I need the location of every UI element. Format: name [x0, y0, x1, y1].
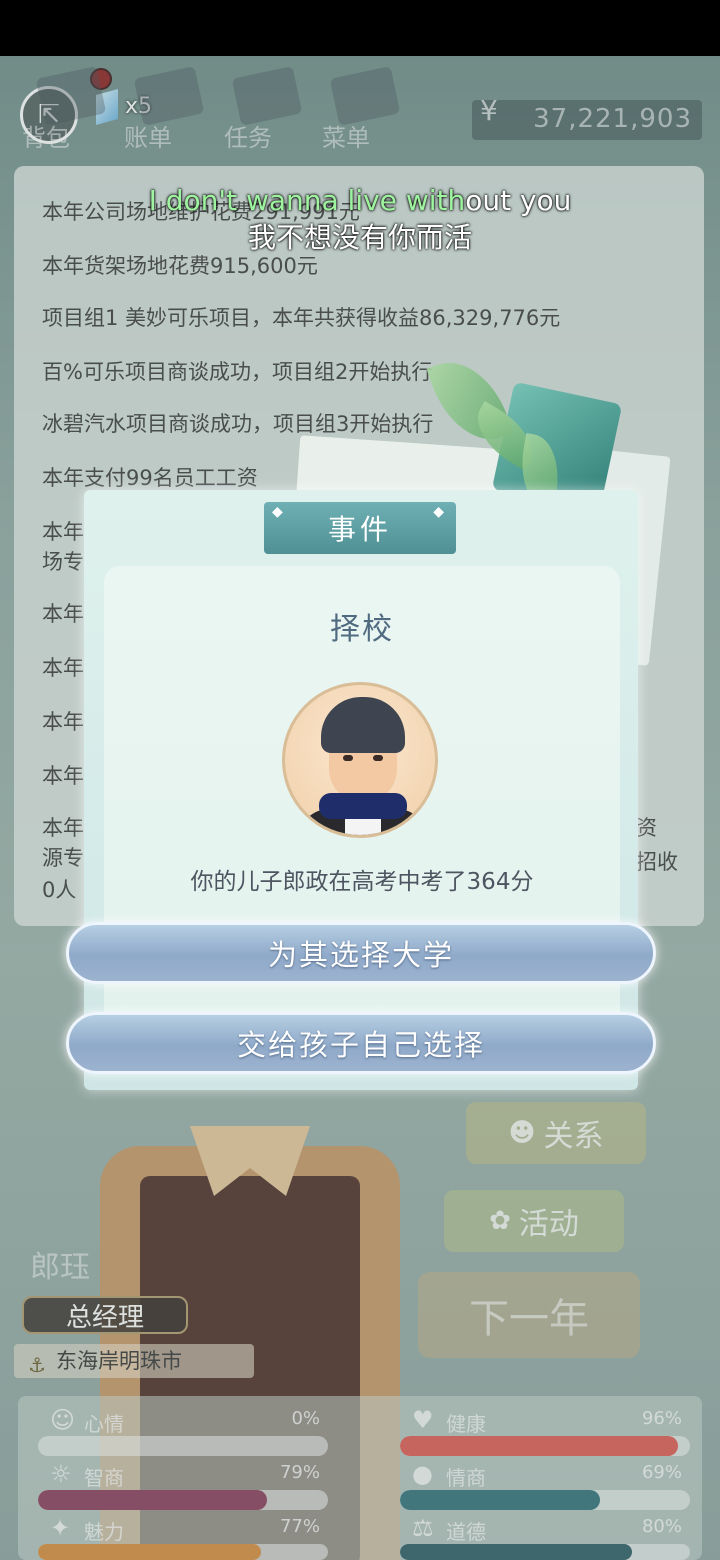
subtitle-highlight: I don't wanna live with: [148, 184, 466, 217]
sparkle-icon: ◆: [272, 504, 287, 520]
sparkle-icon: ◆: [433, 504, 448, 520]
avatar-eye: [373, 755, 383, 761]
avatar-hair: [321, 697, 405, 753]
let-child-choose-button[interactable]: 交给孩子自己选择: [66, 1012, 656, 1074]
subtitle-chinese: 我不想没有你而活: [247, 221, 472, 254]
avatar-eye: [343, 755, 353, 761]
avatar-scarf: [319, 793, 407, 819]
choose-university-button[interactable]: 为其选择大学: [66, 922, 656, 984]
status-bar: [0, 0, 720, 56]
game-screen: ⇱ x5 背包 账单 任务 菜单 ¥ 37,221,903 本年公司场地维护花费…: [0, 56, 720, 1560]
son-avatar: [282, 682, 438, 838]
subtitle-english: I don't wanna live without you: [0, 184, 720, 217]
subtitle-rest: out you: [465, 184, 572, 217]
event-title: 择校: [330, 612, 394, 647]
event-description: 你的儿子郎政在高考中考了364分: [190, 869, 534, 895]
event-modal-header: ◆ 事件 ◆: [264, 502, 456, 554]
event-header-label: 事件: [327, 513, 392, 546]
